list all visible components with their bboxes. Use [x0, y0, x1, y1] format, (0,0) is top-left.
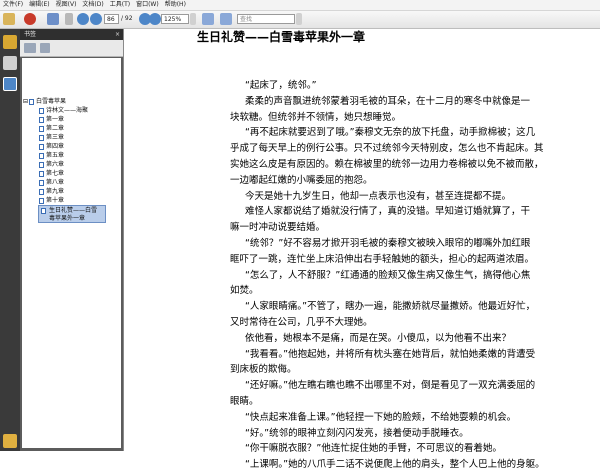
body-text-line: “上课啊。”她的八爪手二话不说便爬上他的肩头，整个人巴上他的身躯。: [245, 459, 545, 471]
bookmark-icon: [29, 98, 35, 105]
body-text-line: 眼睛。: [230, 396, 259, 407]
bookmark-icon: [41, 208, 46, 214]
fit-page-icon[interactable]: [202, 13, 214, 25]
open-folder-icon[interactable]: [3, 13, 15, 25]
bookmark-panel-title: 书签: [24, 31, 37, 38]
body-text-line: “怎么了，人不舒服？”红通通的脸颊又像生病又像生气，搞得他心焦: [245, 269, 531, 281]
body-text-line: 嘛一时冲动说要结婚。: [230, 222, 326, 234]
page-number-input[interactable]: 86: [104, 14, 119, 24]
bookmark-panel: 书签 × ⊟ 白雪毒苹果 诗林文——海聚 第一章 第二章 第三章 第四章 第五章…: [20, 29, 123, 451]
print-icon[interactable]: [47, 13, 59, 25]
pages-icon[interactable]: [3, 56, 17, 70]
menu-edit[interactable]: 编辑(E): [26, 0, 52, 10]
bookmark-icon: [39, 125, 44, 132]
page-title: 生日礼赞——白雪毒苹果外一章: [197, 30, 366, 44]
bookmark-icon: [39, 170, 44, 177]
bookmark-icon: [39, 188, 44, 195]
body-text-line: “好。”统邻的眼神立刻闪闪发亮，接着便动手脱睡衣。: [245, 427, 469, 439]
bookmark-toolbar: [20, 40, 123, 57]
search-input[interactable]: 查找: [237, 14, 295, 24]
previous-page-icon[interactable]: [77, 13, 89, 25]
bookmark-item[interactable]: 第十章: [39, 196, 64, 205]
toolbar: 86 / 92 125% 查找: [0, 11, 600, 29]
bookmark-item[interactable]: 第七章: [39, 169, 64, 178]
bookmark-item[interactable]: 第三章: [39, 133, 64, 142]
bookmark-icon: [39, 161, 44, 168]
body-text-line: “我看看。”他抱起她，并将所有枕头塞在她背后，就怕她柔嫩的背遭受: [245, 348, 536, 360]
bookmark-item[interactable]: 第四章: [39, 142, 64, 151]
menu-file[interactable]: 文件(F): [0, 0, 26, 10]
zoom-select[interactable]: 125%: [161, 14, 189, 24]
bookmark-icon: [39, 152, 44, 159]
chevron-down-icon[interactable]: [190, 13, 196, 25]
bookmark-list: ⊟ 白雪毒苹果 诗林文——海聚 第一章 第二章 第三章 第四章 第五章 第六章 …: [22, 58, 121, 448]
body-text-line: 又时常待在公司，几乎不大理她。: [230, 317, 373, 328]
bookmarks-icon[interactable]: [3, 77, 17, 91]
collapse-icon[interactable]: ⊟: [23, 98, 28, 105]
zoom-in-icon[interactable]: [149, 13, 161, 25]
body-text-line: “还好嘛。”他左瞧右瞧也瞧不出哪里不对，倒是看见了一双充满委屈的: [245, 380, 536, 392]
bookmark-item-selected[interactable]: 生日礼赞——白雪 毒苹果外一章: [38, 205, 106, 223]
bookmark-item[interactable]: 第五章: [39, 151, 64, 160]
body-text-line: 乎成了每天早上的例行公事。只不过统邻今天特别皮，怎么也不肯起床。其: [230, 143, 544, 155]
bookmark-root[interactable]: ⊟ 白雪毒苹果: [23, 97, 66, 106]
body-text-line: 实她这么皮是有原因的。赖在棉被里的统邻一边用力卷棉被以免不被而散，: [230, 159, 544, 170]
create-pdf-icon[interactable]: [24, 13, 36, 25]
options-icon[interactable]: [24, 43, 36, 53]
menu-view[interactable]: 视图(V): [53, 0, 80, 10]
lock-icon[interactable]: [3, 35, 17, 49]
page-total: / 92: [121, 15, 133, 22]
body-text-line: 眶吓了一跳，连忙坐上床沿伸出右手轻触她的额头，担心的起两道浓眉。: [230, 253, 535, 265]
body-text-line: 难怪人家都说结了婚就没行情了，真的没错。早知道订婚就算了，干: [245, 206, 531, 218]
bookmark-icon: [39, 134, 44, 141]
body-text-line: “统邻？”好不容易才掀开羽毛被的秦穆文被映入眼帘的嘟嘴外加红眼: [245, 238, 531, 249]
delete-bookmark-icon[interactable]: [40, 43, 50, 53]
body-text-line: “起床了，统邻。”: [245, 80, 317, 91]
next-page-icon[interactable]: [90, 13, 102, 25]
body-text-line: 一边嘟起红嫩的小嘴委屈的抱怨。: [230, 174, 373, 186]
comments-icon[interactable]: [3, 434, 17, 448]
bookmark-item[interactable]: 第八章: [39, 178, 64, 187]
bookmark-icon: [39, 179, 44, 186]
bookmark-icon: [39, 116, 44, 123]
body-text-line: 今天是她十九岁生日，他却一点表示也没有，甚至连提都不提。: [245, 190, 512, 202]
bookmark-panel-header: 书签 ×: [20, 29, 123, 40]
body-text-line: 如焚。: [230, 285, 259, 297]
bookmark-icon: [39, 107, 44, 114]
bookmark-item[interactable]: 第六章: [39, 160, 64, 169]
body-text-line: 块软糖。但统邻并不领情，她只想睡觉。: [230, 111, 402, 123]
bookmark-icon: [39, 197, 44, 204]
menu-tools[interactable]: 工具(T): [107, 0, 133, 10]
bookmark-item[interactable]: 第九章: [39, 187, 64, 196]
body-text-line: “你干嘛脱衣服？”他连忙捉住她的手臂，不可思议的看着她。: [245, 443, 502, 455]
menu-bar: 文件(F) 编辑(E) 视图(V) 文档(D) 工具(T) 窗口(W) 帮助(H…: [0, 0, 600, 11]
menu-document[interactable]: 文档(D): [79, 0, 106, 10]
body-text-line: 到床板的欺侮。: [230, 364, 297, 376]
menu-window[interactable]: 窗口(W): [133, 0, 162, 10]
close-icon[interactable]: ×: [115, 29, 120, 40]
body-text-line: “再不起床就要迟到了哦。”秦穆文无奈的放下托盘，动手掀棉被；这几: [245, 127, 536, 139]
email-icon[interactable]: [65, 13, 73, 25]
body-text-line: 柔柔的声音飘进统邻蒙着羽毛被的耳朵，在十二月的寒冬中就像是一: [245, 95, 531, 107]
bookmark-item[interactable]: 第二章: [39, 124, 64, 133]
bookmark-icon: [39, 143, 44, 150]
body-text-line: 依他看，她根本不是痛，而是在哭。小傻瓜，以为他看不出来？: [245, 332, 512, 344]
search-dropdown-icon[interactable]: [296, 13, 302, 25]
bookmark-item[interactable]: 诗林文——海聚: [39, 106, 88, 115]
body-text-line: “快点起来准备上课。”他轻捏一下她的脸颊，不给她耍赖的机会。: [245, 411, 517, 423]
menu-help[interactable]: 帮助(H): [162, 0, 189, 10]
navigation-pane-strip: [0, 29, 20, 451]
body-text-line: “人家眼睛痛。”不管了，瞎办一遍，能撒娇就尽量撒娇。他最近好忙，: [245, 301, 536, 313]
fit-width-icon[interactable]: [220, 13, 232, 25]
bookmark-item[interactable]: 第一章: [39, 115, 64, 124]
